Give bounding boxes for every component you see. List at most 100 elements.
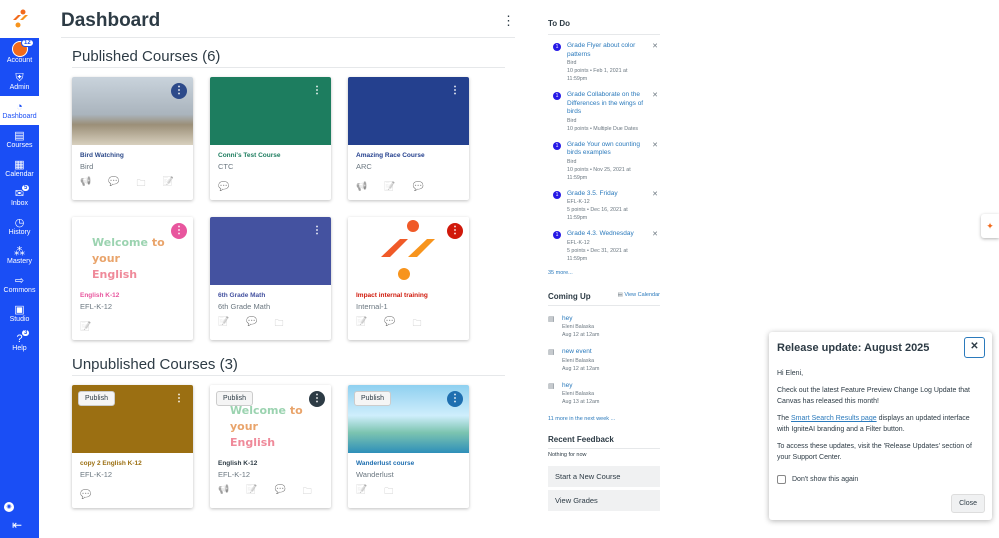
dismiss-icon[interactable]: ✕: [652, 190, 658, 198]
discussion-icon[interactable]: 💬: [218, 181, 229, 192]
dismiss-icon[interactable]: ✕: [652, 91, 658, 99]
assignment-icon[interactable]: 📝: [162, 176, 173, 192]
announcement-icon[interactable]: 📢: [356, 181, 367, 192]
dismiss-icon[interactable]: ✕: [652, 42, 658, 50]
nav-item-calendar[interactable]: ▦Calendar: [0, 154, 39, 183]
nav-item-account[interactable]: Account12: [0, 38, 39, 67]
course-card[interactable]: Welcome to yourEnglish Adventure!⋮Publis…: [210, 385, 331, 508]
event-title-link[interactable]: new event: [562, 348, 642, 357]
collapse-nav-icon[interactable]: ⇤: [12, 518, 22, 532]
close-icon[interactable]: ✕: [964, 337, 985, 358]
course-card-header[interactable]: ⋮ Publish: [348, 385, 469, 453]
start-new-course-button[interactable]: Start a New Course: [548, 466, 660, 487]
close-button[interactable]: Close: [951, 494, 985, 513]
publish-button[interactable]: Publish: [78, 391, 115, 406]
course-title[interactable]: Amazing Race Course: [356, 152, 461, 159]
logo[interactable]: [0, 0, 39, 38]
course-options-button[interactable]: ⋮: [447, 83, 463, 99]
course-card-header[interactable]: ⋮: [72, 77, 193, 145]
dashboard-options-button[interactable]: ⋮: [502, 13, 515, 29]
nav-item-help[interactable]: ?Help3: [0, 328, 39, 357]
publish-button[interactable]: Publish: [216, 391, 253, 406]
todo-title-link[interactable]: Grade Flyer about color patterns: [567, 42, 647, 59]
publish-button[interactable]: Publish: [354, 391, 391, 406]
course-card[interactable]: ⋮6th Grade Math6th Grade Math📝💬🗀: [210, 217, 331, 340]
course-title[interactable]: Impact internal training: [356, 292, 461, 299]
course-card-header[interactable]: ⋮: [210, 77, 331, 145]
discussion-icon[interactable]: 💬: [108, 176, 119, 192]
discussion-icon[interactable]: 💬: [246, 316, 257, 332]
course-card[interactable]: ⋮PublishWanderlust courseWanderlust📝🗀: [348, 385, 469, 508]
folder-icon[interactable]: 🗀: [303, 484, 312, 500]
dont-show-checkbox[interactable]: Don't show this again: [777, 475, 984, 484]
view-grades-button[interactable]: View Grades: [548, 490, 660, 511]
course-card-header[interactable]: ⋮ Publish: [72, 385, 193, 453]
nav-item-studio[interactable]: ▣Studio: [0, 299, 39, 328]
assignment-icon[interactable]: 📝: [218, 316, 229, 332]
course-card-header[interactable]: Welcome to yourEnglish Adventure!⋮Publis…: [210, 385, 331, 453]
course-title[interactable]: 6th Grade Math: [218, 292, 323, 299]
checkbox-box[interactable]: [777, 475, 786, 484]
nav-item-admin[interactable]: ⛨Admin: [0, 67, 39, 96]
course-options-button[interactable]: ⋮: [171, 83, 187, 99]
course-title[interactable]: Bird Watching: [80, 152, 185, 159]
folder-icon[interactable]: 🗀: [384, 484, 393, 500]
course-card[interactable]: ⋮Bird WatchingBird📢💬🗀📝: [72, 77, 193, 200]
course-card[interactable]: ⋮Publishcopy 2 English K-12EFL-K-12💬: [72, 385, 193, 508]
course-title[interactable]: English K-12: [80, 292, 185, 299]
dismiss-icon[interactable]: ✕: [652, 230, 658, 238]
view-calendar-link[interactable]: ▤ View Calendar: [618, 292, 660, 301]
nav-item-commons[interactable]: ⇨Commons: [0, 270, 39, 299]
discussion-icon[interactable]: 💬: [412, 181, 423, 192]
event-title-link[interactable]: hey: [562, 382, 642, 391]
folder-icon[interactable]: 🗀: [274, 316, 283, 332]
course-card-header[interactable]: Welcome to yourEnglish Adventure!⋮: [72, 217, 193, 285]
assignment-icon[interactable]: 📝: [384, 181, 395, 192]
course-card[interactable]: ⋮Conni's Test CourseCTC💬: [210, 77, 331, 200]
course-options-button[interactable]: ⋮: [447, 223, 463, 239]
assignment-icon[interactable]: 📝: [246, 484, 257, 500]
nav-item-courses[interactable]: ▤Courses: [0, 125, 39, 154]
nav-item-mastery[interactable]: ⁂Mastery: [0, 241, 39, 270]
todo-title-link[interactable]: Grade 4.3. Wednesday: [567, 230, 647, 239]
course-options-button[interactable]: ⋮: [447, 391, 463, 407]
course-options-button[interactable]: ⋮: [309, 83, 325, 99]
todo-title-link[interactable]: Grade 3.5. Friday: [567, 190, 647, 199]
course-card-header[interactable]: ⋮: [210, 217, 331, 285]
assignment-icon[interactable]: 📝: [80, 321, 91, 332]
announcement-icon[interactable]: 📢: [218, 484, 229, 500]
dismiss-icon[interactable]: ✕: [652, 141, 658, 149]
course-title[interactable]: English K-12: [218, 460, 323, 467]
course-card-header[interactable]: ⋮: [348, 77, 469, 145]
course-options-button[interactable]: ⋮: [171, 223, 187, 239]
discussion-icon[interactable]: 💬: [80, 489, 91, 500]
course-card[interactable]: ⋮Amazing Race CourseARC📢📝💬: [348, 77, 469, 200]
folder-icon[interactable]: 🗀: [136, 176, 145, 192]
todo-title-link[interactable]: Grade Your own counting birds examples: [567, 141, 647, 158]
course-options-button[interactable]: ⋮: [309, 223, 325, 239]
nav-item-inbox[interactable]: ✉Inbox5: [0, 183, 39, 212]
course-card[interactable]: ⋮Impact internal trainingInternal-1📝💬🗀: [348, 217, 469, 340]
todo-item: 1Grade Your own counting birds examplesB…: [548, 141, 660, 182]
event-title-link[interactable]: hey: [562, 315, 642, 324]
course-options-button[interactable]: ⋮: [309, 391, 325, 407]
assignment-icon[interactable]: 📝: [356, 316, 367, 332]
nav-item-history[interactable]: ◷History: [0, 212, 39, 241]
todo-more-link[interactable]: 35 more...: [548, 270, 660, 276]
announcement-icon[interactable]: 📢: [80, 176, 91, 192]
course-title[interactable]: copy 2 English K-12: [80, 460, 185, 467]
course-title[interactable]: Wanderlust course: [356, 460, 461, 467]
nav-item-dashboard[interactable]: ◔Dashboard: [0, 96, 39, 125]
course-title[interactable]: Conni's Test Course: [218, 152, 323, 159]
discussion-icon[interactable]: 💬: [384, 316, 395, 332]
course-options-button[interactable]: ⋮: [171, 391, 187, 407]
discussion-icon[interactable]: 💬: [274, 484, 285, 500]
course-card-header[interactable]: ⋮: [348, 217, 469, 285]
impact-helper-button[interactable]: ✦: [981, 214, 999, 238]
coming-up-more-link[interactable]: 11 more in the next week ...: [548, 416, 660, 422]
smart-search-link[interactable]: Smart Search Results page: [791, 415, 877, 422]
todo-title-link[interactable]: Grade Collaborate on the Differences in …: [567, 91, 647, 117]
folder-icon[interactable]: 🗀: [412, 316, 421, 332]
course-card[interactable]: Welcome to yourEnglish Adventure!⋮ Englis…: [72, 217, 193, 340]
assignment-icon[interactable]: 📝: [356, 484, 367, 500]
